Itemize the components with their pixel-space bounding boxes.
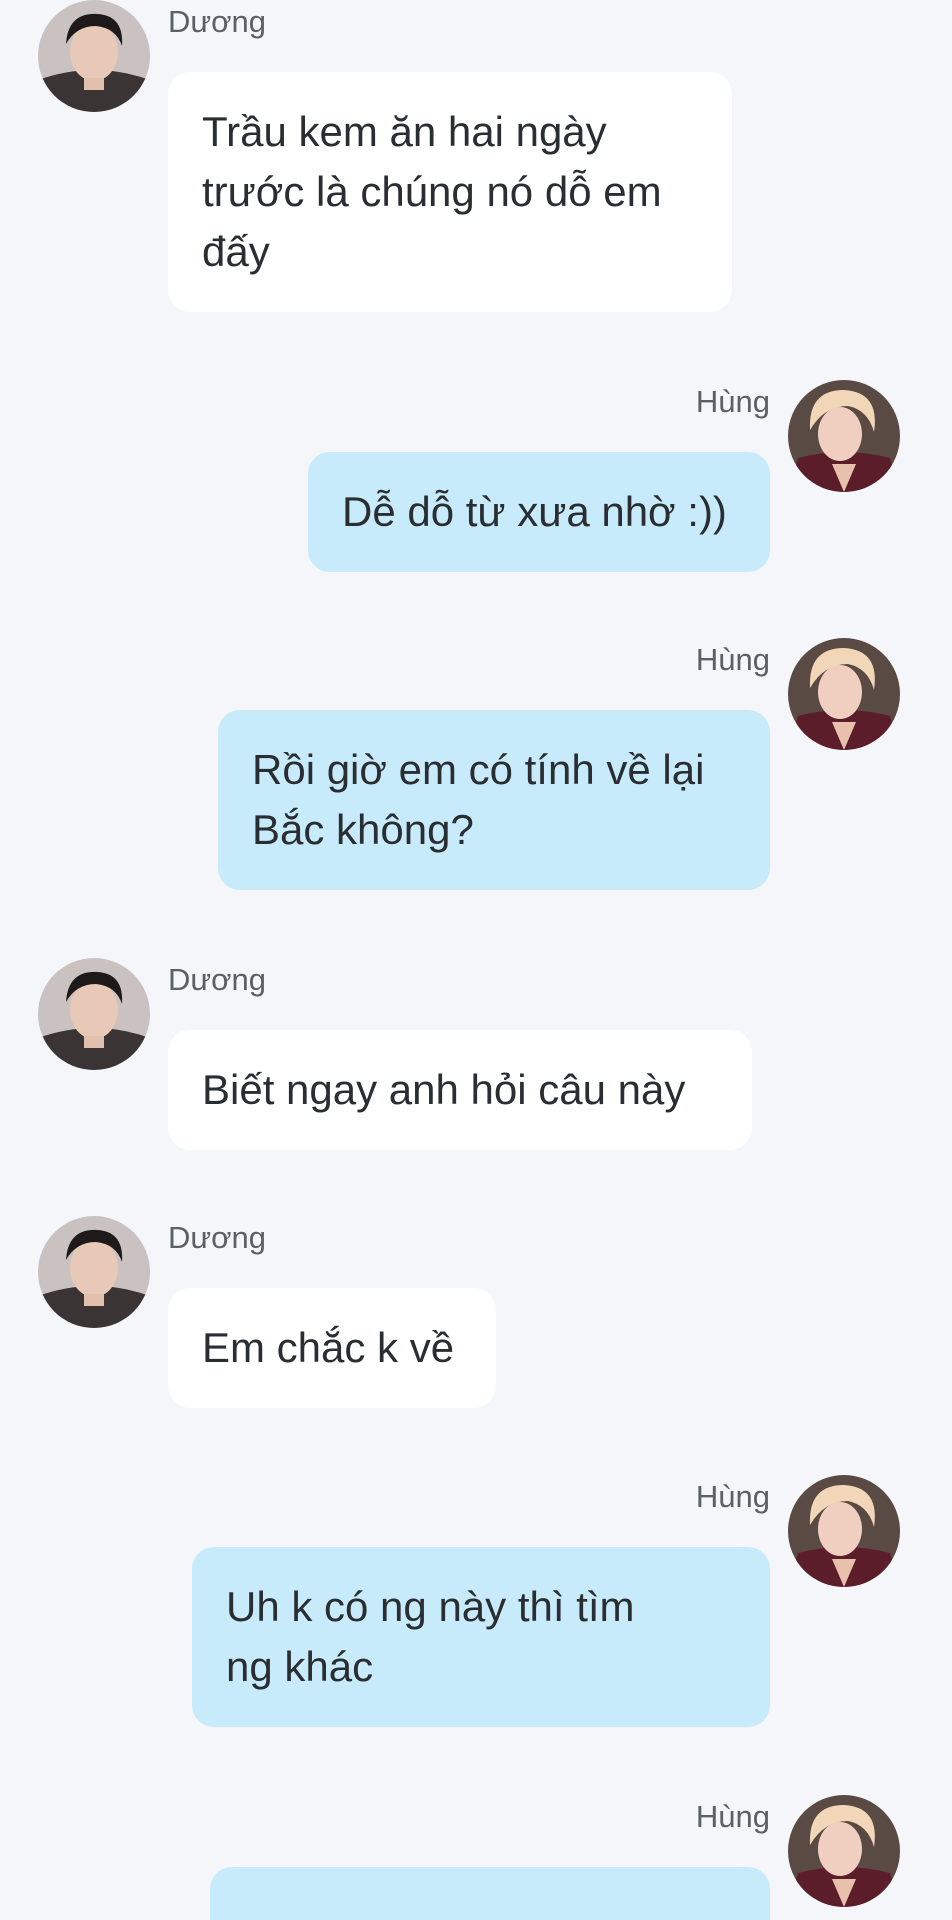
avatar-duong[interactable] [38, 1216, 150, 1328]
sender-name: Hùng [695, 1799, 770, 1834]
avatar-duong[interactable] [38, 0, 150, 112]
sender-name: Hùng [695, 1479, 770, 1514]
message-bubble[interactable]: Rồi giờ em có tính về lại Bắc không? [218, 710, 770, 890]
avatar-hung[interactable] [788, 1475, 900, 1587]
message-bubble[interactable]: Uh k có ng này thì tìm ng khác [192, 1547, 770, 1727]
sender-name: Dương [168, 962, 266, 997]
avatar-hung[interactable] [788, 638, 900, 750]
message-bubble[interactable]: Trầu kem ăn hai ngày trước là chúng nó d… [168, 72, 732, 312]
message-bubble[interactable]: Em chắc k về [168, 1288, 496, 1408]
avatar-hung[interactable] [788, 1795, 900, 1907]
chat-thread[interactable]: Dương Trầu kem ăn hai ngày trước là chún… [0, 0, 952, 1920]
message-bubble[interactable]: Dễ dỗ từ xưa nhờ :)) [308, 452, 770, 572]
sender-name: Dương [168, 4, 266, 39]
sender-name: Dương [168, 1220, 266, 1255]
message-bubble[interactable] [210, 1867, 770, 1920]
sender-name: Hùng [695, 384, 770, 419]
sender-name: Hùng [695, 642, 770, 677]
avatar-hung[interactable] [788, 380, 900, 492]
avatar-duong[interactable] [38, 958, 150, 1070]
message-bubble[interactable]: Biết ngay anh hỏi câu này [168, 1030, 752, 1150]
